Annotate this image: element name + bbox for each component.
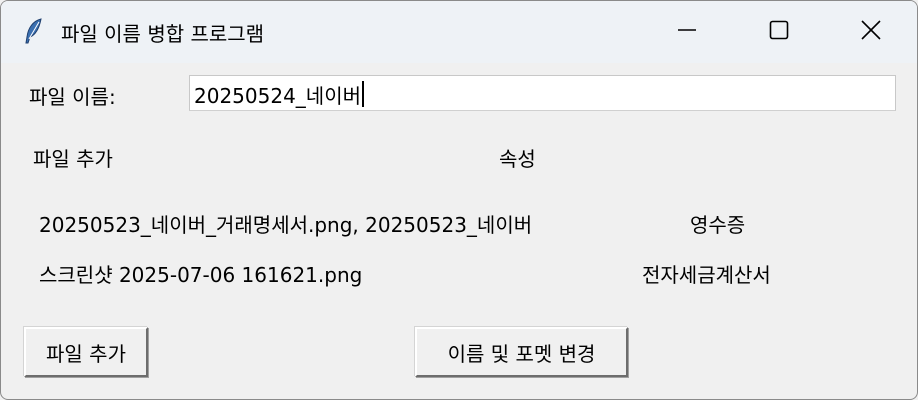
maximize-icon xyxy=(769,20,789,44)
filename-input[interactable]: 20250524_네이버 xyxy=(189,75,896,111)
window-title: 파일 이름 병합 프로그램 xyxy=(61,22,265,46)
feather-icon xyxy=(23,17,45,45)
attribute-cell: 전자세금계산서 xyxy=(642,263,771,287)
filename-label: 파일 이름: xyxy=(29,85,116,109)
files-column-header: 파일 추가 xyxy=(33,147,113,171)
add-file-button[interactable]: 파일 추가 xyxy=(24,327,148,377)
attribute-column-header: 속성 xyxy=(499,147,536,171)
maximize-button[interactable] xyxy=(733,1,825,63)
title-bar[interactable]: 파일 이름 병합 프로그램 xyxy=(1,1,917,63)
minimize-icon xyxy=(677,20,697,44)
attribute-cell: 영수증 xyxy=(690,213,746,237)
close-button[interactable] xyxy=(825,1,917,63)
app-window: 파일 이름 병합 프로그램 파일 이름: 20250524_네이버 파일 추가 … xyxy=(0,0,918,400)
close-icon xyxy=(860,19,882,45)
rename-format-button[interactable]: 이름 및 포멧 변경 xyxy=(415,327,628,377)
file-names-cell: 20250523_네이버_거래명세서.png, 20250523_네이버 xyxy=(39,213,533,237)
filename-input-value: 20250524_네이버 xyxy=(194,83,361,108)
text-caret xyxy=(362,81,364,107)
minimize-button[interactable] xyxy=(641,1,733,63)
file-names-cell: 스크린샷 2025-07-06 161621.png xyxy=(39,263,363,287)
